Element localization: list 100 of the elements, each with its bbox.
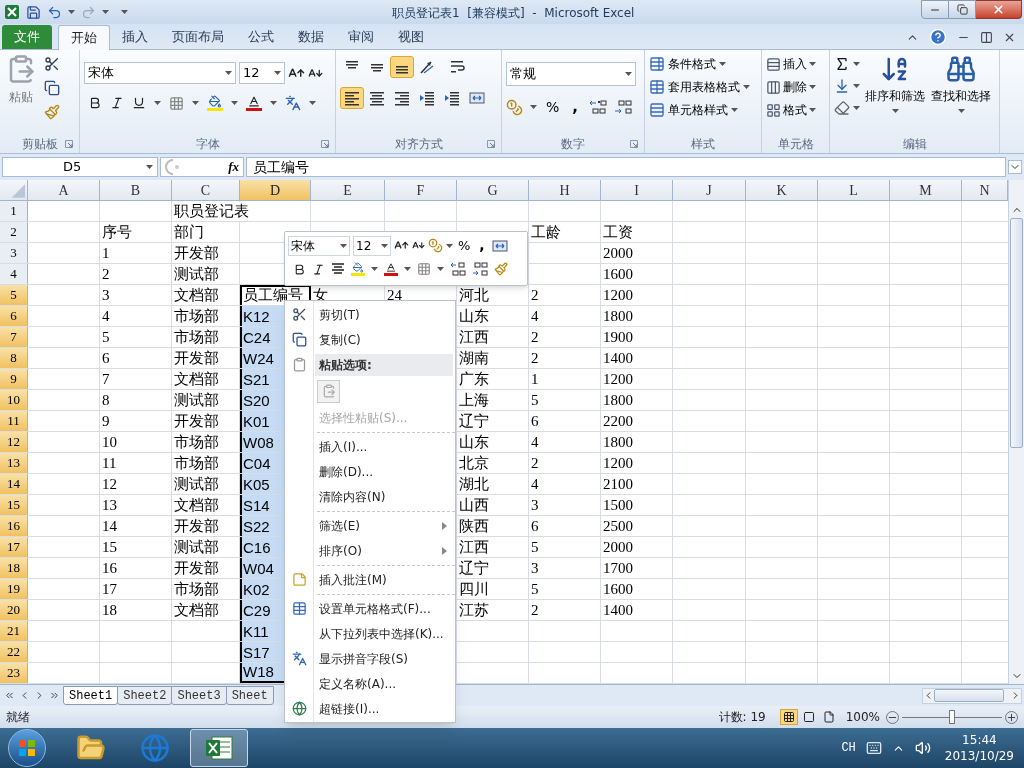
format-painter-icon[interactable] <box>44 104 60 120</box>
row-header[interactable]: 8 <box>0 348 28 368</box>
row-header[interactable]: 19 <box>0 579 28 599</box>
styles-menu-button[interactable]: 套用表格格式 <box>649 77 757 97</box>
volume-icon[interactable] <box>914 740 931 756</box>
border-icon[interactable] <box>169 95 184 111</box>
insert-cells-icon[interactable] <box>766 56 781 72</box>
row-header[interactable]: 13 <box>0 453 28 473</box>
row-header[interactable]: 14 <box>0 474 28 494</box>
bold-icon[interactable] <box>88 96 102 110</box>
close-button[interactable] <box>976 0 1022 19</box>
ribbon-tab[interactable]: 审阅 <box>336 25 386 49</box>
dropdown-caret-icon[interactable] <box>274 71 281 75</box>
row-header[interactable]: 5 <box>0 285 28 305</box>
sheet-tab[interactable]: Sheet3 <box>171 686 227 705</box>
ribbon-tab[interactable]: 数据 <box>286 25 336 49</box>
start-button[interactable] <box>8 729 46 767</box>
column-header[interactable]: I <box>601 180 673 200</box>
dropdown-caret-icon[interactable] <box>102 10 109 14</box>
last-sheet-icon[interactable] <box>49 690 60 701</box>
border-icon[interactable] <box>417 262 431 276</box>
column-header[interactable]: J <box>673 180 746 200</box>
column-header[interactable]: H <box>529 180 601 200</box>
dialog-launcher-icon[interactable] <box>487 140 495 148</box>
conditional-format-icon[interactable] <box>649 56 665 72</box>
percent-style-button[interactable]: % <box>544 96 562 118</box>
row-header[interactable]: 11 <box>0 411 28 431</box>
ribbon-tab[interactable]: 开始 <box>58 25 110 50</box>
percent-style-button[interactable]: % <box>456 235 473 256</box>
ribbon-tab[interactable]: 页面布局 <box>160 25 236 49</box>
context-menu-item[interactable]: 超链接(I)... <box>285 696 455 721</box>
dropdown-caret-icon[interactable] <box>891 109 899 113</box>
dropdown-caret-icon[interactable] <box>853 62 860 66</box>
row-header[interactable]: 22 <box>0 642 28 662</box>
styles-menu-button[interactable]: 条件格式 <box>649 54 757 74</box>
row-header[interactable]: 3 <box>0 243 28 263</box>
cells-menu-button[interactable]: 删除 <box>766 77 825 97</box>
clock-date[interactable]: 2013/10/29 <box>944 748 1014 764</box>
dropdown-caret-icon[interactable] <box>743 85 750 89</box>
font-name-field[interactable]: 宋体 <box>84 62 236 84</box>
dropdown-caret-icon[interactable] <box>192 101 199 105</box>
row-header[interactable]: 20 <box>0 600 28 620</box>
dropdown-caret-icon[interactable] <box>154 101 161 105</box>
dropdown-caret-icon[interactable] <box>731 108 738 112</box>
format-painter-icon[interactable] <box>494 262 508 276</box>
row-header[interactable]: 17 <box>0 537 28 557</box>
decrease-decimal-icon[interactable] <box>614 99 632 116</box>
delete-cells-icon[interactable] <box>766 79 781 95</box>
name-box[interactable]: D5 <box>2 157 158 177</box>
ribbon-tab[interactable]: 公式 <box>236 25 286 49</box>
dropdown-caret-icon[interactable] <box>404 267 411 271</box>
phonetic-guide-icon[interactable] <box>285 95 301 111</box>
center-text-icon[interactable] <box>331 262 345 276</box>
formula-input[interactable]: 员工编号 <box>246 157 1006 177</box>
dropdown-caret-icon[interactable] <box>446 243 453 248</box>
dropdown-caret-icon[interactable] <box>340 243 347 248</box>
undo-icon[interactable] <box>47 4 62 20</box>
restore-icon[interactable] <box>956 4 968 15</box>
insert-function-button[interactable]: fx <box>228 157 239 177</box>
file-tab[interactable]: 文件 <box>2 25 52 49</box>
ribbon-tab[interactable]: 插入 <box>110 25 160 49</box>
dropdown-caret-icon[interactable] <box>231 101 238 105</box>
dropdown-caret-icon[interactable] <box>957 109 965 113</box>
zoom-slider-thumb[interactable] <box>949 710 955 724</box>
restore-button[interactable] <box>949 0 976 19</box>
dropdown-caret-icon[interactable] <box>625 72 632 76</box>
underline-icon[interactable] <box>132 96 146 110</box>
dialog-launcher-icon[interactable] <box>65 140 73 148</box>
dropdown-caret-icon[interactable] <box>809 108 816 112</box>
close-icon[interactable] <box>992 3 1005 16</box>
decrease-decimal-icon[interactable] <box>472 262 488 276</box>
increase-decimal-icon[interactable] <box>450 262 466 276</box>
vertical-scrollbar[interactable] <box>1008 180 1024 684</box>
clear-icon[interactable] <box>834 100 850 116</box>
comma-style-button[interactable]: , <box>568 96 582 119</box>
font-name-field[interactable]: 宋体 <box>288 235 350 256</box>
dialog-launcher-icon[interactable] <box>630 140 638 148</box>
row-header[interactable]: 23 <box>0 663 28 683</box>
column-header[interactable]: L <box>818 180 890 200</box>
cells-menu-button[interactable]: 格式 <box>766 100 825 120</box>
comma-style-button[interactable]: , <box>475 235 489 256</box>
styles-menu-button[interactable]: 单元格样式 <box>649 100 757 120</box>
dropdown-caret-icon[interactable] <box>719 62 726 66</box>
font-size-field[interactable]: 12 <box>239 62 285 84</box>
editing-menu-button[interactable]: 查找和选择 <box>930 54 992 116</box>
row-header[interactable]: 9 <box>0 369 28 389</box>
column-header[interactable]: A <box>28 180 100 200</box>
font-size-field[interactable]: 12 <box>353 235 391 256</box>
row-header[interactable]: 16 <box>0 516 28 536</box>
spreadsheet-app-icon[interactable] <box>4 4 20 20</box>
editing-menu-button[interactable]: 排序和筛选 <box>864 54 926 116</box>
cells-menu-button[interactable]: 插入 <box>766 54 825 74</box>
number-format-field[interactable]: 常规 <box>506 62 636 86</box>
zoom-slider[interactable] <box>902 710 1002 724</box>
binoculars-icon[interactable] <box>946 54 976 84</box>
dropdown-caret-icon[interactable] <box>146 165 153 169</box>
column-header[interactable]: F <box>385 180 457 200</box>
autosum-icon[interactable] <box>834 56 850 72</box>
sheet-tab[interactable]: Sheet2 <box>117 686 173 705</box>
row-header[interactable]: 7 <box>0 327 28 347</box>
